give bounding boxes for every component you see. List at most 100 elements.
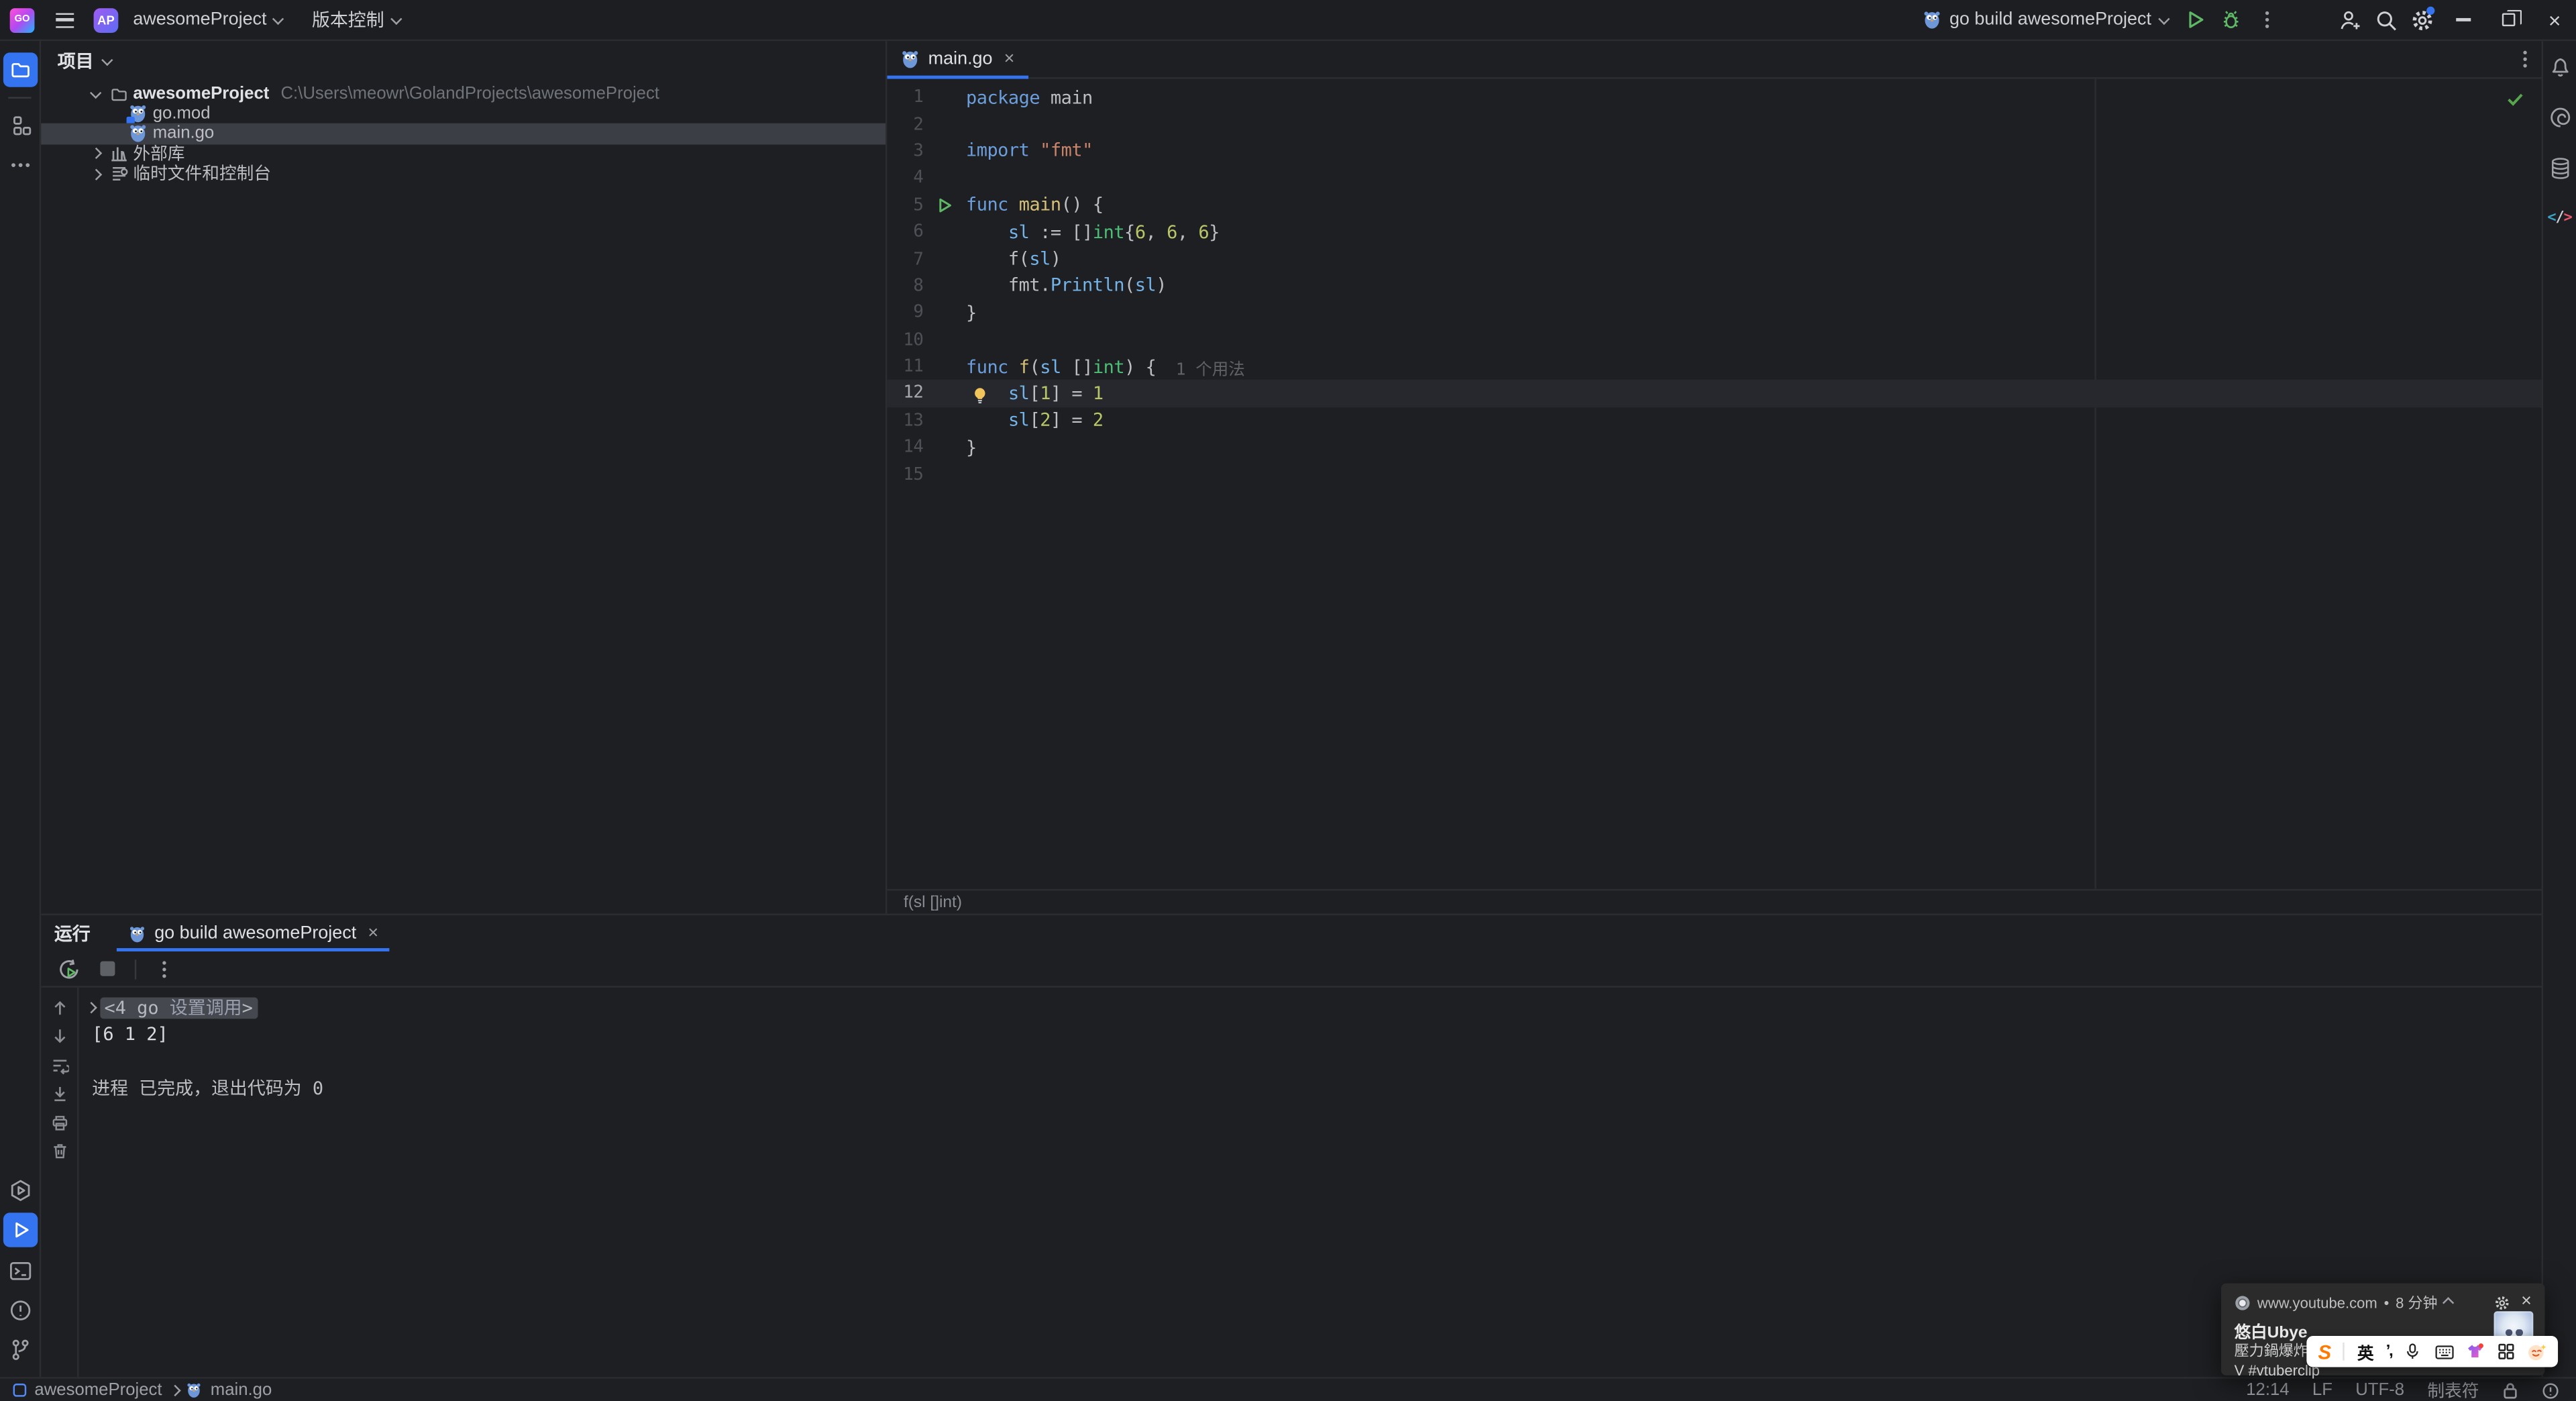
tree-item-awesomeProject[interactable]: awesomeProject C:\Users\meowr\GolandProje… xyxy=(41,84,885,104)
readonly-lock-icon[interactable] xyxy=(2502,1381,2518,1399)
print-icon[interactable] xyxy=(48,1112,70,1132)
soft-wrap-icon[interactable] xyxy=(48,1055,70,1074)
code-tag-icon: </> xyxy=(2547,210,2572,227)
intention-bulb-icon[interactable] xyxy=(971,386,989,405)
notification-settings-icon[interactable] xyxy=(2493,1294,2509,1310)
usages-inlay-hint[interactable]: 1 个用法 xyxy=(1176,354,1245,379)
code-editor[interactable]: 1 package main 2 3 import "fmt" 4 5 func main()… xyxy=(887,79,2542,889)
run-more-menu[interactable] xyxy=(2251,3,2284,36)
hamburger-icon xyxy=(55,12,73,28)
notifications-button[interactable] xyxy=(2543,49,2576,82)
more-tool-windows-button[interactable] xyxy=(3,148,36,180)
ime-punctuation-icon[interactable]: ’, xyxy=(2386,1343,2394,1361)
rerun-button[interactable] xyxy=(52,952,85,985)
run-tab[interactable]: go build awesomeProject × xyxy=(116,915,391,951)
code-line-3[interactable]: 3 import "fmt" xyxy=(887,138,2541,164)
status-item[interactable]: 制表符 xyxy=(2427,1378,2479,1401)
stop-button[interactable] xyxy=(91,952,123,985)
code-line-10[interactable]: 10 xyxy=(887,326,2541,353)
scroll-down-icon[interactable] xyxy=(48,1026,70,1045)
structure-tool-button[interactable] xyxy=(3,109,36,142)
fold-expand-icon[interactable] xyxy=(85,1002,97,1013)
code-line-5[interactable]: 5 func main() { xyxy=(887,191,2541,218)
run-button[interactable] xyxy=(2178,3,2211,36)
run-tool-button[interactable] xyxy=(2,1212,38,1247)
run-panel-more-menu[interactable] xyxy=(148,952,180,985)
tree-item-go.mod[interactable]: go.mod xyxy=(41,104,885,124)
line-number: 1 xyxy=(913,87,924,107)
services-tool-button[interactable] xyxy=(3,1174,36,1206)
code-line-15[interactable]: 15 xyxy=(887,461,2541,488)
problems-tool-button[interactable] xyxy=(3,1293,36,1326)
vcs-widget[interactable]: 版本控制 xyxy=(304,3,409,36)
sogou-logo-icon[interactable]: S xyxy=(2318,1342,2332,1361)
run-gutter-icon[interactable] xyxy=(923,197,966,213)
debug-button[interactable] xyxy=(2214,3,2247,36)
ai-assistant-button[interactable] xyxy=(2543,100,2576,133)
code-line-11[interactable]: 11 func f(sl []int) {1 个用法 xyxy=(887,353,2541,380)
editor-options-menu[interactable] xyxy=(2509,43,2542,76)
tree-expand-icon[interactable] xyxy=(87,148,103,160)
structure-icon xyxy=(12,115,31,135)
code-line-14[interactable]: 14} xyxy=(887,434,2541,461)
sogou-ime-bar[interactable]: S 英 ’, xyxy=(2306,1336,2559,1367)
search-everywhere-button[interactable] xyxy=(2369,3,2402,36)
tree-item-main.go[interactable]: main.go xyxy=(41,123,886,144)
main-menu-button[interactable] xyxy=(48,3,80,36)
window-close-button[interactable]: × xyxy=(2533,1,2576,38)
code-line-13[interactable]: 13 sl[2] = 2 xyxy=(887,407,2541,434)
code-line-8[interactable]: 8 fmt.Println(sl) xyxy=(887,272,2541,299)
clear-console-icon[interactable] xyxy=(48,1141,70,1161)
project-panel-header[interactable]: 项目 xyxy=(41,41,885,81)
code-line-6[interactable]: 6 sl := []int{6, 6, 6} xyxy=(887,219,2541,246)
folder-icon xyxy=(11,63,29,78)
code-line-7[interactable]: 7 f(sl) xyxy=(887,246,2541,272)
status-item[interactable]: UTF-8 xyxy=(2355,1380,2404,1400)
tree-item--[interactable]: 外部库 xyxy=(41,144,885,164)
run-config-selector[interactable]: go build awesomeProject xyxy=(1913,3,2175,36)
gopher-icon xyxy=(129,926,145,942)
status-breadcrumb-project[interactable]: awesomeProject xyxy=(34,1380,162,1400)
scroll-up-icon[interactable] xyxy=(48,998,70,1017)
git-tool-button[interactable] xyxy=(3,1333,36,1365)
code-line-9[interactable]: 9} xyxy=(887,299,2541,326)
tab-close-icon[interactable]: × xyxy=(1004,49,1015,68)
ime-skin-icon[interactable] xyxy=(2466,1343,2484,1361)
window-minimize-button[interactable] xyxy=(2441,1,2484,38)
ime-toolbox-icon[interactable] xyxy=(2496,1343,2514,1361)
code-line-12[interactable]: 12 sl[1] = 1 xyxy=(887,380,2542,407)
inspections-widget-icon[interactable] xyxy=(2542,1381,2560,1399)
left-toolbar xyxy=(0,41,42,1378)
ime-language-mode[interactable]: 英 xyxy=(2357,1339,2373,1364)
window-restore-button[interactable] xyxy=(2487,1,2530,38)
command-line-chip[interactable]: <4 go 设置调用 > xyxy=(99,997,258,1019)
chevron-right-icon xyxy=(168,1385,180,1396)
status-item[interactable]: LF xyxy=(2312,1380,2332,1400)
project-tool-button[interactable] xyxy=(2,52,38,87)
editor-breadcrumb[interactable]: f(sl []int) xyxy=(887,888,2542,914)
project-avatar[interactable]: AP xyxy=(93,7,119,32)
status-breadcrumb-file[interactable]: main.go xyxy=(211,1380,272,1400)
ime-mic-icon[interactable] xyxy=(2404,1343,2422,1361)
ime-emoji-icon[interactable] xyxy=(2526,1342,2546,1361)
code-line-4[interactable]: 4 xyxy=(887,164,2541,191)
web-tools-button[interactable]: </> xyxy=(2543,202,2576,235)
database-tool-button[interactable] xyxy=(2543,151,2576,184)
project-switcher[interactable]: awesomeProject xyxy=(125,3,290,36)
terminal-tool-button[interactable] xyxy=(3,1254,36,1287)
tree-item--[interactable]: 临时文件和控制台 xyxy=(41,164,885,184)
tree-expand-icon[interactable] xyxy=(87,168,103,180)
scroll-to-end-icon[interactable] xyxy=(48,1084,70,1103)
code-line-2[interactable]: 2 xyxy=(887,111,2541,138)
status-item[interactable]: 12:14 xyxy=(2246,1380,2289,1400)
ime-keyboard-icon[interactable] xyxy=(2434,1343,2454,1359)
editor-tab-main-go[interactable]: main.go × xyxy=(887,41,1028,79)
settings-button[interactable] xyxy=(2405,3,2438,36)
chevron-up-icon[interactable] xyxy=(2443,1298,2453,1310)
tree-expand-icon[interactable] xyxy=(87,87,103,98)
tab-close-icon[interactable]: × xyxy=(368,923,378,943)
code-with-me-button[interactable] xyxy=(2333,3,2366,36)
notification-close-icon[interactable]: × xyxy=(2521,1292,2532,1311)
code-line-1[interactable]: 1 package main xyxy=(887,84,2541,111)
console-output[interactable]: <4 go 设置调用 > [6 1 2] 进程 已完成，退出代码为 0 xyxy=(79,988,2542,1377)
